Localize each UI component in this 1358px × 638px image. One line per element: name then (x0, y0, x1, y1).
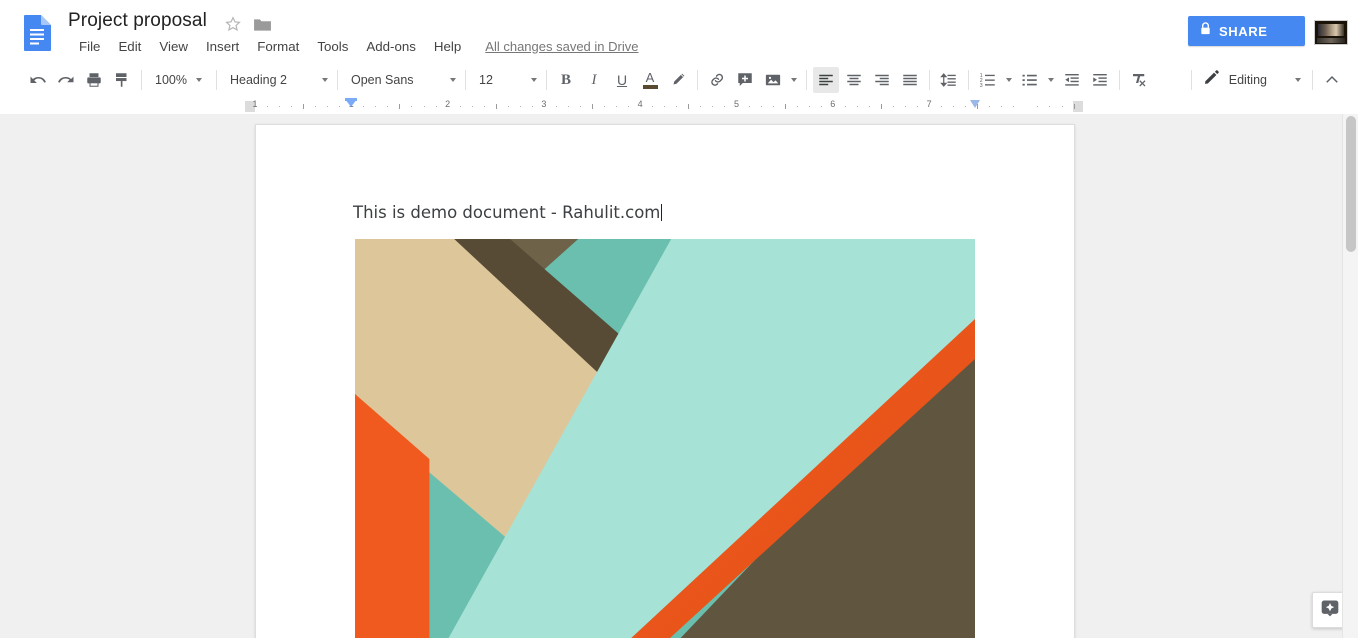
star-outline-icon[interactable] (224, 15, 242, 33)
document-body-text[interactable]: This is demo document - Rahulit.com (353, 203, 662, 222)
chevron-down-icon (1295, 78, 1301, 82)
increase-indent-icon[interactable] (1087, 67, 1113, 93)
avatar-image (1318, 24, 1344, 36)
vertical-scrollbar[interactable] (1342, 114, 1358, 638)
align-left-icon[interactable] (813, 67, 839, 93)
share-button[interactable]: SHARE (1188, 16, 1305, 46)
scrollbar-thumb[interactable] (1346, 116, 1356, 252)
chevron-down-icon (1048, 78, 1054, 82)
formatting-toolbar: 100% Heading 2 Open Sans 12 B I U (0, 62, 1358, 99)
svg-text:3: 3 (980, 83, 983, 89)
left-indent-marker[interactable] (345, 99, 357, 107)
ruler-area: 11234567 (0, 98, 1358, 114)
font-family-value: Open Sans (351, 73, 414, 87)
add-comment-icon[interactable] (732, 67, 758, 93)
ruler-number: 2 (445, 99, 450, 109)
avatar-image-lower (1317, 38, 1345, 43)
ruler-number: 6 (830, 99, 835, 109)
bulleted-list-icon[interactable] (1017, 67, 1043, 93)
align-justify-icon[interactable] (897, 67, 923, 93)
share-label: SHARE (1219, 24, 1268, 39)
body-text-value: This is demo document - Rahulit.com (353, 203, 660, 222)
header-bar: Project proposal File Edit View Insert F… (0, 0, 1358, 62)
chevron-down-icon (322, 78, 328, 82)
chevron-down-icon (1006, 78, 1012, 82)
google-docs-window: Project proposal File Edit View Insert F… (0, 0, 1358, 638)
save-status-link[interactable]: All changes saved in Drive (485, 39, 638, 54)
move-to-folder-icon[interactable] (253, 17, 272, 32)
menu-help[interactable]: Help (425, 37, 470, 56)
font-size-dropdown[interactable]: 12 (471, 67, 541, 93)
decrease-indent-icon[interactable] (1059, 67, 1085, 93)
chevron-down-icon (531, 78, 537, 82)
toolbar-right-group: Editing (1186, 67, 1358, 93)
text-cursor (661, 204, 662, 221)
menu-edit[interactable]: Edit (109, 37, 150, 56)
chevron-up-icon[interactable] (1319, 67, 1345, 93)
bulleted-list-dropdown[interactable] (1044, 78, 1058, 82)
underline-label: U (617, 72, 627, 88)
ruler-number: 1 (252, 99, 257, 109)
chevron-down-icon (196, 78, 202, 82)
align-center-icon[interactable] (841, 67, 867, 93)
edit-pencil-icon (1203, 69, 1220, 91)
font-family-dropdown[interactable]: Open Sans (343, 67, 460, 93)
menu-format[interactable]: Format (248, 37, 308, 56)
text-color-label: A (646, 72, 655, 84)
paint-format-icon[interactable] (109, 67, 135, 93)
menu-file[interactable]: File (70, 37, 109, 56)
numbered-list-icon[interactable]: 1 2 3 (975, 67, 1001, 93)
google-docs-icon[interactable] (22, 14, 52, 52)
menu-bar: File Edit View Insert Format Tools Add-o… (70, 36, 638, 56)
ruler-number: 3 (541, 99, 546, 109)
paragraph-style-value: Heading 2 (230, 73, 287, 87)
ruler-number: 5 (734, 99, 739, 109)
italic-label: I (592, 72, 597, 89)
menu-add-ons[interactable]: Add-ons (357, 37, 425, 56)
zoom-value: 100% (155, 73, 187, 87)
right-indent-marker[interactable] (970, 100, 980, 108)
insert-link-icon[interactable] (704, 67, 730, 93)
paragraph-style-dropdown[interactable]: Heading 2 (222, 67, 332, 93)
numbered-list-dropdown[interactable] (1002, 78, 1016, 82)
highlight-pen-icon[interactable] (665, 67, 691, 93)
menu-insert[interactable]: Insert (197, 37, 248, 56)
editing-mode-dropdown[interactable]: Editing (1197, 67, 1307, 93)
lock-icon (1199, 21, 1212, 41)
zoom-dropdown[interactable]: 100% (147, 67, 211, 93)
ruler-number: 7 (927, 99, 932, 109)
chevron-down-icon (450, 78, 456, 82)
italic-button[interactable]: I (581, 67, 607, 93)
document-page[interactable]: This is demo document - Rahulit.com (255, 124, 1075, 638)
horizontal-ruler[interactable]: 11234567 (245, 98, 1083, 114)
editing-mode-label: Editing (1229, 73, 1267, 87)
print-icon[interactable] (81, 67, 107, 93)
bold-label: B (561, 72, 571, 89)
undo-icon[interactable] (25, 67, 51, 93)
insert-image-dropdown[interactable] (787, 78, 801, 82)
font-size-value: 12 (479, 73, 493, 87)
ruler-number: 4 (638, 99, 643, 109)
material-design-abstract-geometric-image[interactable] (355, 239, 975, 638)
text-color-swatch (643, 85, 658, 89)
line-spacing-icon[interactable] (936, 67, 962, 93)
chevron-down-icon (791, 78, 797, 82)
redo-icon[interactable] (53, 67, 79, 93)
align-right-icon[interactable] (869, 67, 895, 93)
insert-image-icon[interactable] (760, 67, 786, 93)
text-color-button[interactable]: A (637, 67, 663, 93)
underline-button[interactable]: U (609, 67, 635, 93)
document-title[interactable]: Project proposal (68, 10, 207, 32)
account-avatar[interactable] (1314, 20, 1348, 45)
menu-tools[interactable]: Tools (308, 37, 357, 56)
explore-icon (1320, 598, 1340, 623)
menu-view[interactable]: View (150, 37, 197, 56)
bold-button[interactable]: B (553, 67, 579, 93)
document-canvas[interactable]: This is demo document - Rahulit.com (0, 114, 1358, 638)
clear-formatting-icon[interactable] (1126, 67, 1152, 93)
